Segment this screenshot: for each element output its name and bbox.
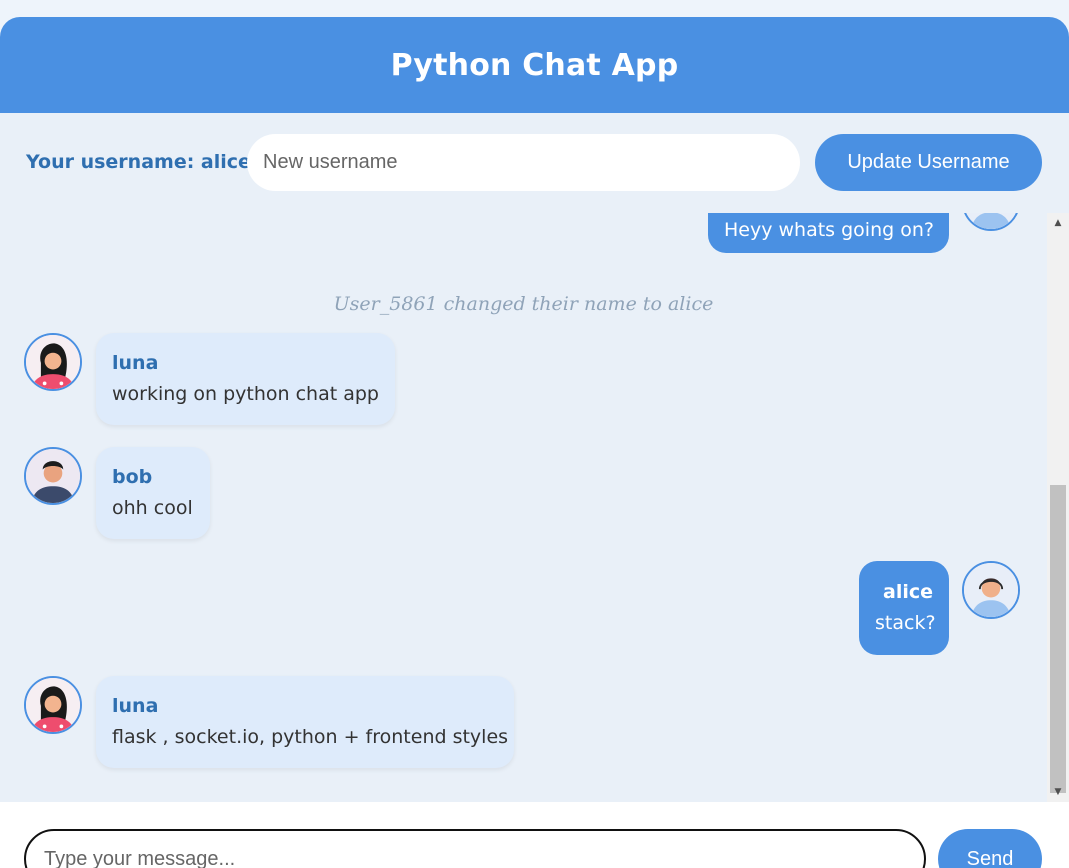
message-text: Heyy whats going on? — [724, 219, 934, 241]
woman-avatar-icon — [26, 678, 80, 732]
message-sender: alice — [883, 581, 933, 603]
message-bubble: luna working on python chat app — [96, 333, 395, 425]
message-text: flask , socket.io, python + frontend sty… — [112, 726, 509, 748]
message-sender: luna — [112, 695, 159, 717]
man-headset-avatar-icon — [964, 213, 1018, 229]
message-self: alice stack? — [0, 561, 1047, 656]
message-composer: Send — [0, 802, 1069, 868]
message-text: working on python chat app — [112, 383, 379, 405]
message-other: luna flask , socket.io, python + fronten… — [0, 676, 1047, 771]
update-username-button[interactable]: Update Username — [815, 134, 1042, 191]
scroll-up-arrow-icon[interactable]: ▲ — [1047, 215, 1069, 231]
message-scrollbar[interactable]: ▲ ▼ — [1047, 213, 1069, 802]
message-input[interactable] — [24, 829, 926, 868]
send-button[interactable]: Send — [938, 829, 1042, 868]
avatar — [24, 676, 82, 734]
current-username-label: Your username: alice — [26, 151, 251, 173]
message-self: Heyy whats going on? — [0, 213, 1047, 273]
avatar — [962, 561, 1020, 619]
scroll-down-arrow-icon[interactable]: ▼ — [1047, 784, 1069, 800]
man-headset-avatar-icon — [964, 563, 1018, 617]
system-notice: User_5861 changed their name to alice — [333, 293, 714, 315]
message-other: luna working on python chat app — [0, 333, 1047, 428]
avatar — [24, 447, 82, 505]
message-text: ohh cool — [112, 497, 193, 519]
avatar — [962, 213, 1020, 231]
woman-avatar-icon — [26, 335, 80, 389]
new-username-input[interactable] — [247, 134, 800, 191]
chat-app-window: Python Chat App Your username: alice Upd… — [0, 17, 1069, 868]
scrollbar-thumb[interactable] — [1050, 485, 1066, 793]
message-bubble: bob ohh cool — [96, 447, 210, 539]
app-title: Python Chat App — [390, 47, 679, 83]
message-bubble: alice stack? — [859, 561, 949, 655]
message-bubble: luna flask , socket.io, python + fronten… — [96, 676, 514, 768]
message-text: stack? — [875, 612, 936, 634]
message-sender: bob — [112, 466, 153, 488]
username-bar: Your username: alice Update Username — [0, 113, 1069, 213]
message-sender: luna — [112, 352, 159, 374]
message-list[interactable]: Heyy whats going on? User_5861 changed t… — [0, 213, 1047, 802]
avatar — [24, 333, 82, 391]
message-bubble: Heyy whats going on? — [708, 213, 949, 253]
man-avatar-icon — [26, 449, 80, 503]
message-other: bob ohh cool — [0, 447, 1047, 542]
app-header: Python Chat App — [0, 17, 1069, 113]
